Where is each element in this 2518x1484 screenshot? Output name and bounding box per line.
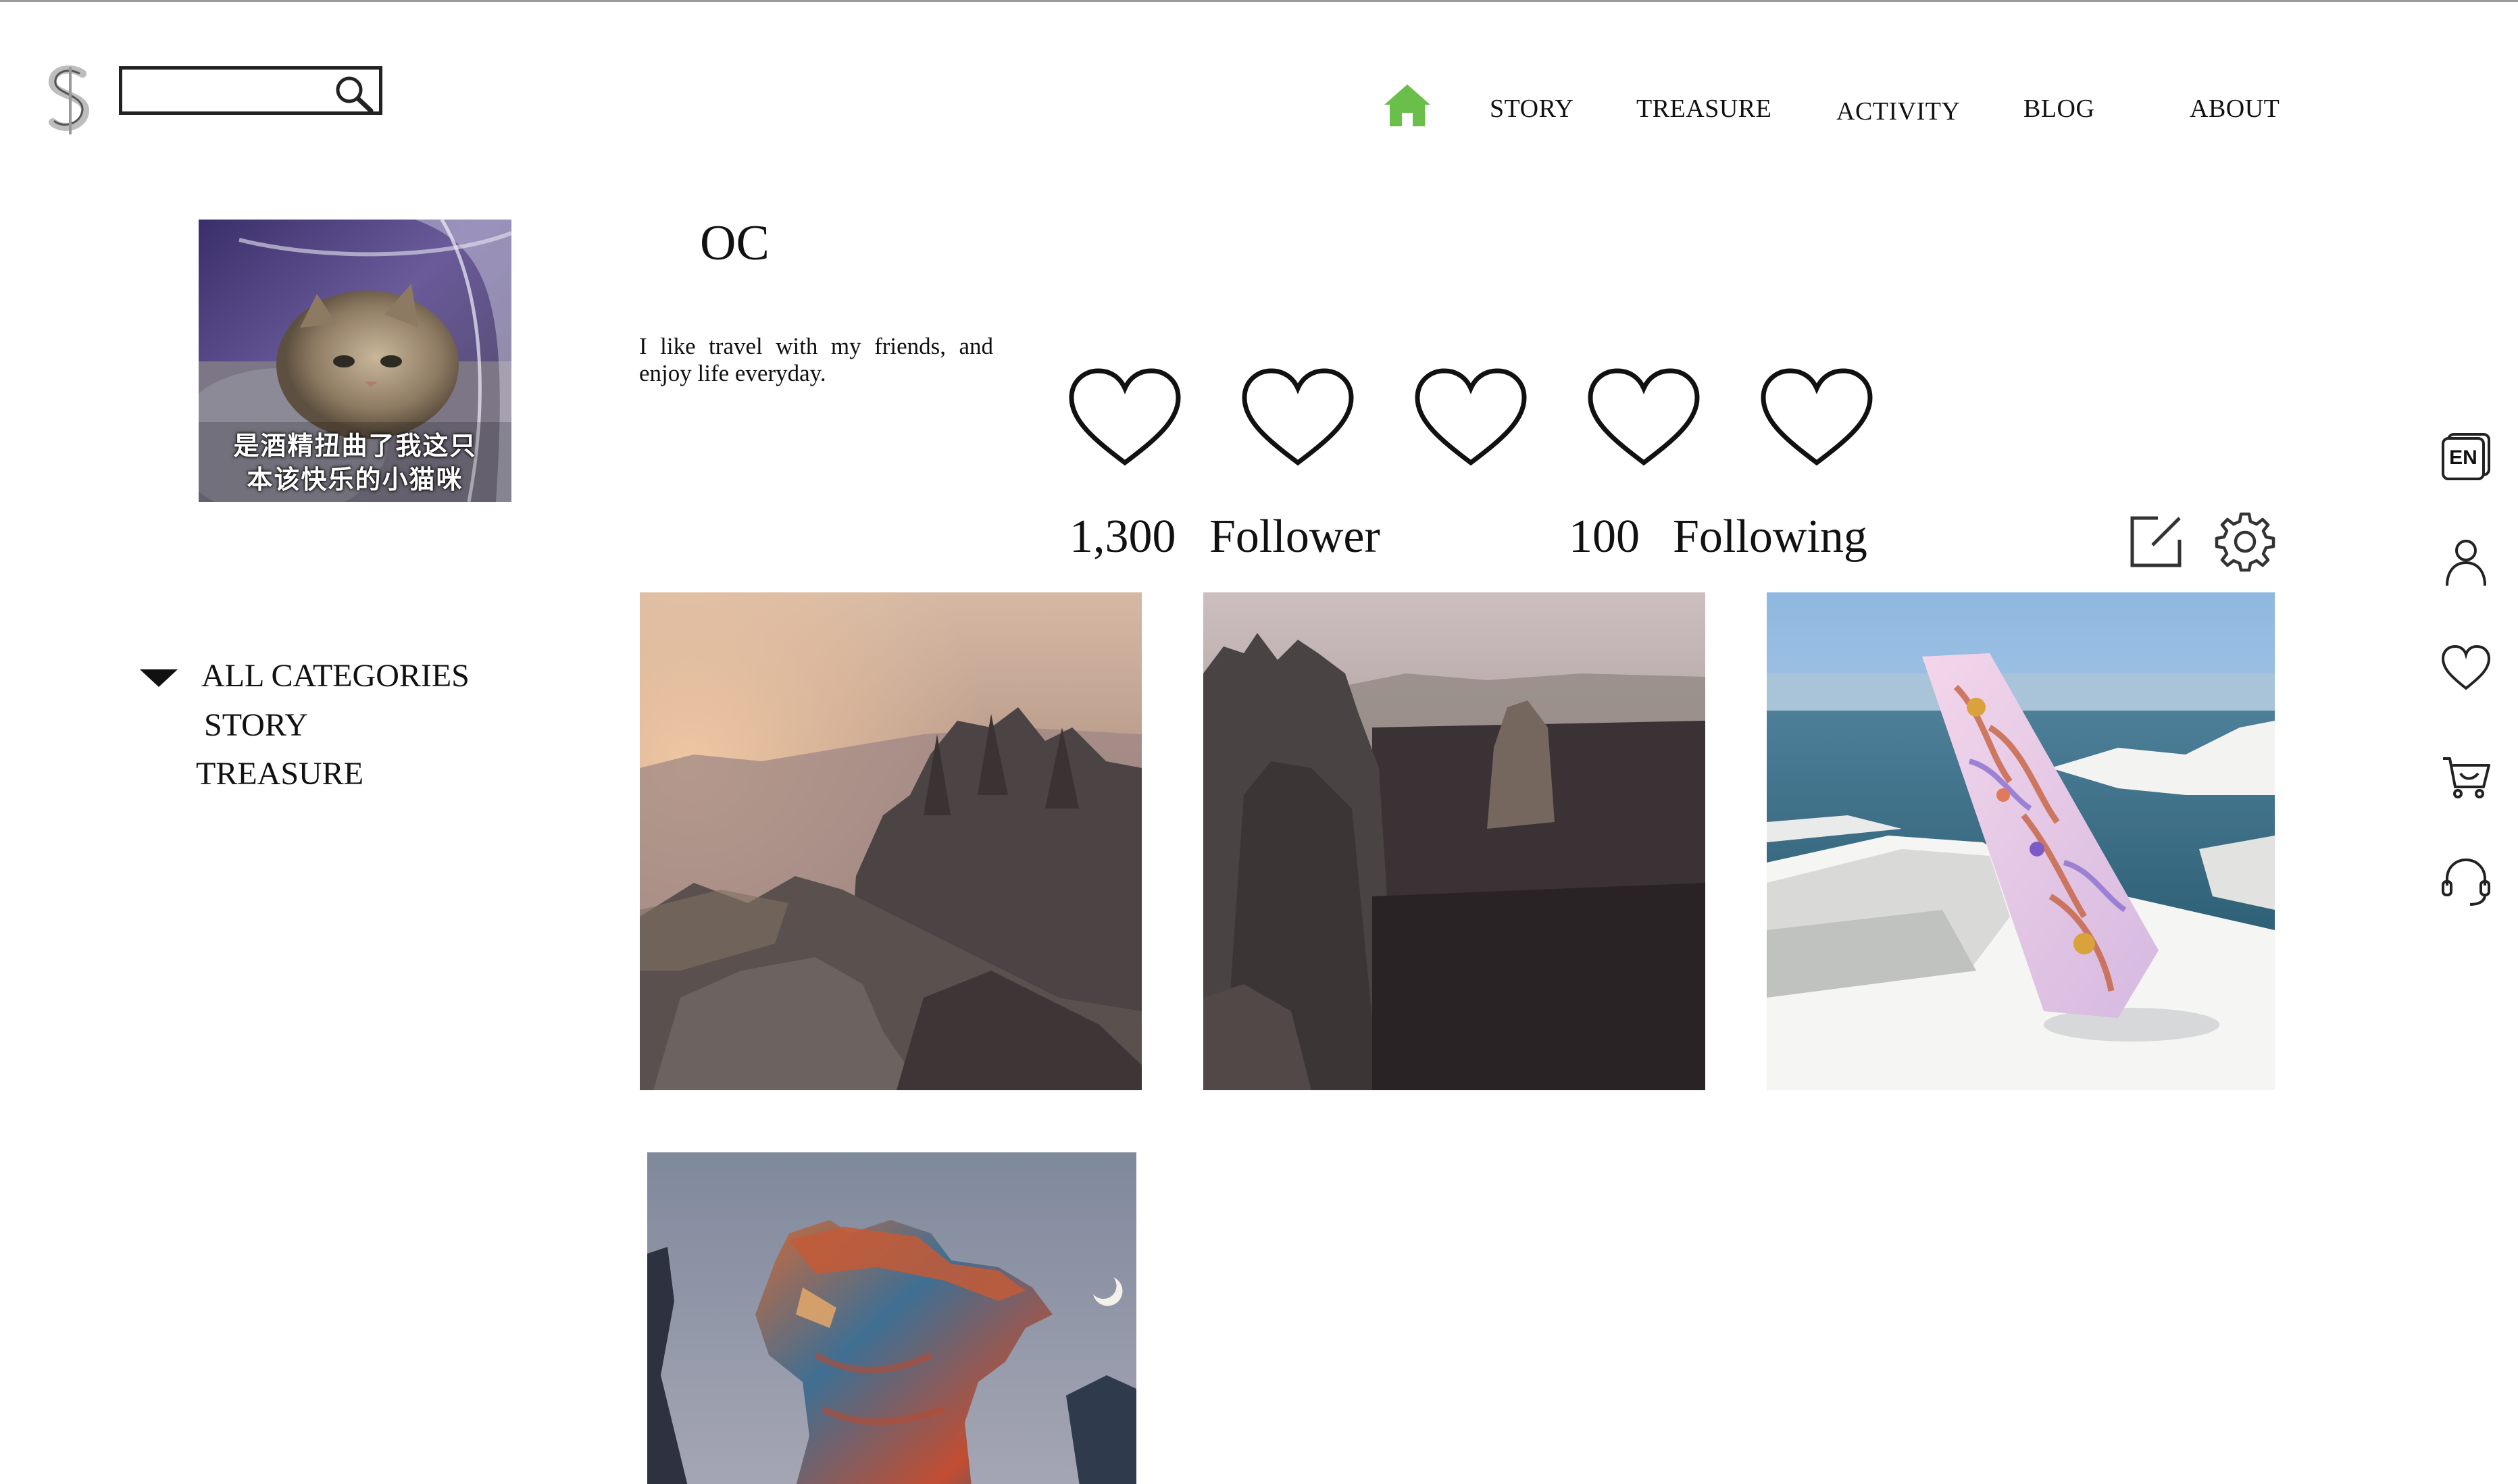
gear-icon[interactable] bbox=[2215, 511, 2275, 572]
post-thumbnail[interactable] bbox=[1203, 592, 1705, 1090]
search-icon[interactable] bbox=[333, 74, 374, 113]
sidebar-item-story[interactable]: STORY bbox=[204, 707, 308, 744]
followers-count: 1,300 bbox=[1069, 511, 1176, 563]
nav-story[interactable]: STORY bbox=[1490, 94, 1573, 124]
home-icon[interactable] bbox=[1382, 82, 1433, 129]
user-icon[interactable] bbox=[2440, 536, 2492, 587]
search-box bbox=[119, 66, 382, 115]
followers-label[interactable]: Follower bbox=[1209, 510, 1380, 564]
heart-icon[interactable] bbox=[1759, 367, 1874, 468]
avatar-caption-line1: 是酒精扭曲了我这只 bbox=[233, 431, 477, 461]
profile-username: OC bbox=[700, 215, 770, 271]
page: STORY TREASURE ACTIVITY BLOG ABOUT 是酒精扭曲… bbox=[0, 0, 2518, 1484]
heart-icon[interactable] bbox=[2440, 642, 2492, 694]
all-categories-toggle[interactable]: ALL CATEGORIES bbox=[201, 657, 470, 694]
heart-icon[interactable] bbox=[1240, 367, 1355, 468]
support-headset-icon[interactable] bbox=[2440, 856, 2492, 907]
language-icon[interactable]: EN bbox=[2440, 429, 2492, 480]
following-count: 100 bbox=[1569, 511, 1640, 563]
nav-treasure[interactable]: TREASURE bbox=[1636, 94, 1771, 124]
post-thumbnail[interactable] bbox=[647, 1152, 1136, 1484]
edit-icon[interactable] bbox=[2128, 514, 2184, 569]
site-logo[interactable] bbox=[43, 64, 97, 138]
nav-about[interactable]: ABOUT bbox=[2190, 94, 2280, 124]
heart-icon[interactable] bbox=[1413, 367, 1528, 468]
language-label: EN bbox=[2449, 446, 2477, 469]
avatar[interactable]: 是酒精扭曲了我这只 本该快乐的小猫咪 bbox=[199, 220, 511, 502]
nav-blog[interactable]: BLOG bbox=[2023, 94, 2094, 124]
cart-icon[interactable] bbox=[2440, 749, 2492, 800]
post-thumbnail[interactable] bbox=[640, 592, 1142, 1090]
nav-activity[interactable]: ACTIVITY bbox=[1836, 97, 1960, 126]
avatar-caption-line2: 本该快乐的小猫咪 bbox=[247, 465, 463, 494]
profile-bio: I like travel with my friends, and enjoy… bbox=[639, 333, 993, 386]
heart-icon[interactable] bbox=[1586, 367, 1701, 468]
following-label[interactable]: Following bbox=[1673, 510, 1867, 564]
heart-icon[interactable] bbox=[1067, 367, 1182, 468]
sidebar-item-treasure[interactable]: TREASURE bbox=[196, 755, 363, 792]
post-thumbnail[interactable] bbox=[1767, 592, 2275, 1090]
search-input[interactable] bbox=[128, 74, 326, 109]
caret-down-icon[interactable] bbox=[139, 668, 179, 688]
